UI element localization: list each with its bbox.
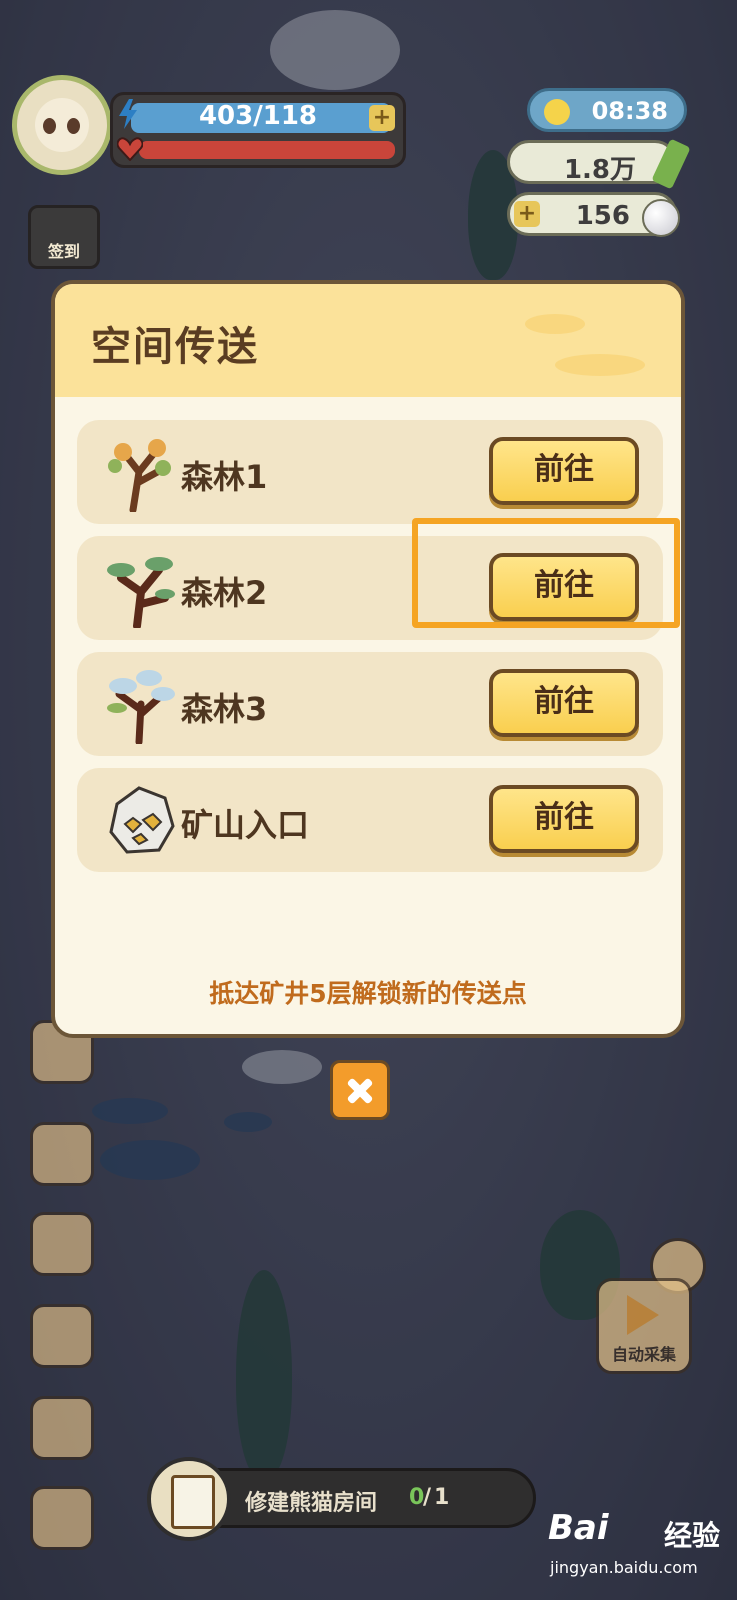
destination-name: 森林1 <box>181 458 268 496</box>
unlock-hint: 抵达矿井5层解锁新的传送点 <box>209 979 527 1008</box>
paw-button[interactable] <box>30 1486 94 1550</box>
destination-row-mine-entrance: 矿山入口 前往 <box>77 768 663 872</box>
player-avatar[interactable] <box>12 75 112 175</box>
mushroom-tree-icon <box>107 670 175 744</box>
panda-face <box>35 98 89 152</box>
panda-eye <box>67 118 80 134</box>
teleport-dialog: 空间传送 森林1 前往 森林2 前往 森林3 前往 矿山入口 前往 抵达矿井5层… <box>51 280 685 1038</box>
sun-icon <box>544 99 570 125</box>
forest-tree-icon <box>108 439 171 512</box>
stat-panel: 403/118 + <box>110 92 406 168</box>
pearl-amount: 156 <box>575 201 630 231</box>
go-button-forest-1[interactable]: 前往 <box>489 437 639 505</box>
clock-time: 08:38 <box>591 97 668 125</box>
task-label: 修建熊猫房间 <box>245 1491 378 1516</box>
watermark-word: 经验 <box>664 1519 721 1552</box>
forest-tree-icon <box>107 557 175 628</box>
clipboard-paper <box>171 1475 215 1529</box>
auto-collect-label: 自动采集 <box>611 1345 676 1364</box>
health-bar <box>139 141 395 159</box>
destination-row-forest-3: 森林3 前往 <box>77 652 663 756</box>
magnifier-button[interactable] <box>30 1304 94 1368</box>
ore-rock-icon <box>109 786 175 854</box>
dialog-title: 空间传送 <box>91 324 259 370</box>
pearl-icon <box>642 199 680 237</box>
watermark-url: jingyan.baidu.com <box>550 1558 698 1577</box>
task-progress-separator: / <box>423 1485 432 1510</box>
backpack-button[interactable] <box>30 1396 94 1460</box>
recipe-book-button[interactable] <box>30 1122 94 1186</box>
task-progress-total: 1 <box>434 1485 450 1510</box>
task-clipboard-icon <box>147 1457 231 1541</box>
energy-value: 403/118 <box>198 101 318 131</box>
bamboo-amount: 1.8万 <box>563 155 636 185</box>
pearl-plus-button[interactable]: + <box>514 201 540 227</box>
header-decoration <box>525 314 585 334</box>
heart-icon <box>117 137 143 161</box>
tutorial-highlight-box <box>412 518 680 628</box>
pearl-currency: + 156 <box>507 192 680 237</box>
bamboo-currency: 1.8万 <box>507 138 691 190</box>
task-panel[interactable]: 修建熊猫房间 0 / 1 <box>147 1457 536 1541</box>
energy-plus-button[interactable]: + <box>369 105 395 131</box>
panda-eye <box>43 118 56 134</box>
wardrobe-button[interactable] <box>30 1212 94 1276</box>
signin-label: 签到 <box>47 242 80 261</box>
go-button-mine-entrance[interactable]: 前往 <box>489 785 639 853</box>
dialog-header: 空间传送 <box>55 284 681 397</box>
weather-clock: 08:38 <box>527 88 687 132</box>
destination-name: 森林3 <box>181 690 268 728</box>
header-decoration <box>555 354 645 376</box>
signin-button[interactable]: 签到 <box>28 205 100 269</box>
watermark-logo: Bai <box>548 1508 609 1548</box>
destination-name: 森林2 <box>181 574 268 612</box>
auto-collect-button[interactable]: 自动采集 <box>596 1278 692 1374</box>
go-button-forest-3[interactable]: 前往 <box>489 669 639 737</box>
destination-row-forest-1: 森林1 前往 <box>77 420 663 524</box>
destination-name: 矿山入口 <box>181 806 310 844</box>
baidu-watermark: Bai 经验 jingyan.baidu.com <box>540 1500 730 1590</box>
lightning-icon <box>119 99 137 129</box>
close-button[interactable] <box>330 1060 390 1120</box>
play-icon <box>627 1295 659 1335</box>
